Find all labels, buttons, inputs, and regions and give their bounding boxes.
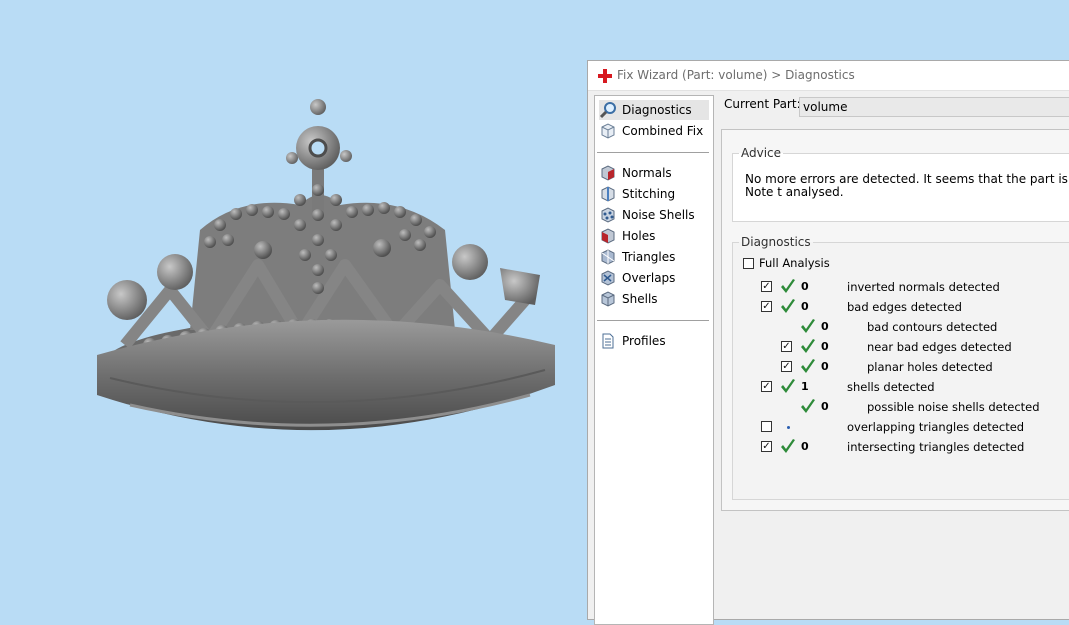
sidebar-item-label: Combined Fix: [622, 124, 704, 138]
document-icon: [602, 333, 614, 349]
title-bar[interactable]: Fix Wizard (Part: volume) > Diagnostics: [588, 61, 1069, 91]
diagnostics-row: 0 bad contours detected: [733, 317, 1069, 337]
row-count: 1: [801, 380, 809, 393]
magnifier-icon: [599, 102, 616, 119]
diagnostics-row: ✓ 0 inverted normals detected: [733, 277, 1069, 297]
row-label: inverted normals detected: [847, 280, 1000, 294]
sidebar-item-label: Shells: [622, 292, 658, 306]
diagnostics-row: ✓ 0 near bad edges detected: [733, 337, 1069, 357]
sidebar-item-triangles[interactable]: Triangles: [599, 247, 709, 267]
row-checkbox[interactable]: ✓: [761, 281, 772, 292]
row-count: 0: [801, 300, 809, 313]
green-check-icon: [781, 379, 795, 393]
diagnostics-panel: Advice No more errors are detected. It s…: [721, 129, 1069, 511]
sidebar-item-label: Diagnostics: [622, 103, 692, 117]
overlaps-cube-icon: [601, 270, 615, 286]
diagnostics-legend: Diagnostics: [741, 235, 811, 249]
sidebar-item-holes[interactable]: Holes: [599, 226, 709, 246]
current-part-label: Current Part:: [724, 97, 801, 111]
sidebar-item-label: Triangles: [622, 250, 676, 264]
row-label: possible noise shells detected: [867, 400, 1040, 414]
sidebar-item-label: Overlaps: [622, 271, 676, 285]
row-count: 0: [821, 320, 829, 333]
sidebar-divider: [597, 152, 709, 153]
triangles-cube-icon: [601, 249, 615, 265]
sidebar-item-overlaps[interactable]: Overlaps: [599, 268, 709, 288]
sidebar-item-diagnostics[interactable]: Diagnostics: [599, 100, 709, 120]
stitching-cube-icon: [601, 186, 615, 202]
advice-legend: Advice: [741, 146, 782, 160]
green-check-icon: [801, 319, 815, 333]
row-label: overlapping triangles detected: [847, 420, 1025, 434]
window-title: Fix Wizard (Part: volume) > Diagnostics: [617, 68, 855, 82]
row-checkbox[interactable]: ✓: [781, 341, 792, 352]
green-check-icon: [801, 399, 815, 413]
fix-wizard-dialog: Fix Wizard (Part: volume) > Diagnostics …: [587, 60, 1069, 625]
diagnostics-row: ✓ 0 bad edges detected: [733, 297, 1069, 317]
diagnostics-row: overlapping triangles detected: [733, 417, 1069, 437]
row-count: 0: [821, 400, 829, 413]
row-checkbox[interactable]: [761, 421, 772, 432]
current-part-field[interactable]: volume: [799, 97, 1069, 117]
diagnostics-row: ✓ 0 intersecting triangles detected: [733, 437, 1069, 457]
pending-dot-icon: [787, 426, 790, 429]
row-label: intersecting triangles detected: [847, 440, 1025, 454]
advice-text: No more errors are detected. It seems th…: [745, 172, 1069, 199]
sidebar-item-label: Profiles: [622, 334, 666, 348]
row-checkbox[interactable]: ✓: [761, 301, 772, 312]
green-check-icon: [801, 359, 815, 373]
row-count: 0: [801, 280, 809, 293]
row-label: shells detected: [847, 380, 935, 394]
sidebar-item-combined-fix[interactable]: Combined Fix: [599, 121, 709, 141]
sidebar-item-stitching[interactable]: Stitching: [599, 184, 709, 204]
diagnostics-row: 0 possible noise shells detected: [733, 397, 1069, 417]
row-checkbox[interactable]: ✓: [761, 381, 772, 392]
sidebar-divider: [597, 320, 709, 321]
wizard-content: Current Part: volume Advice No more erro…: [721, 91, 1069, 621]
sidebar-item-shells[interactable]: Shells: [599, 289, 709, 309]
shells-cube-icon: [601, 291, 615, 307]
holes-cube-icon: [601, 228, 615, 244]
row-checkbox[interactable]: ✓: [781, 361, 792, 372]
crown-ring-model: [97, 99, 555, 431]
green-check-icon: [801, 339, 815, 353]
diagnostics-row: ✓ 1 shells detected: [733, 377, 1069, 397]
green-check-icon: [781, 299, 795, 313]
full-analysis-box[interactable]: [743, 258, 754, 269]
noise-shells-cube-icon: [601, 207, 615, 223]
row-count: 0: [821, 360, 829, 373]
row-label: planar holes detected: [867, 360, 993, 374]
diagnostics-group: Diagnostics Full Analysis ✓ 0 inverted nor…: [732, 235, 1069, 500]
sidebar-item-profiles[interactable]: Profiles: [599, 331, 709, 351]
sidebar-item-noise-shells[interactable]: Noise Shells: [599, 205, 709, 225]
green-check-icon: [781, 279, 795, 293]
sidebar-item-label: Noise Shells: [622, 208, 695, 222]
diagnostics-row: ✓ 0 planar holes detected: [733, 357, 1069, 377]
sidebar-item-normals[interactable]: Normals: [599, 163, 709, 183]
sidebar-item-label: Stitching: [622, 187, 676, 201]
row-count: 0: [801, 440, 809, 453]
advice-group: Advice No more errors are detected. It s…: [732, 146, 1069, 222]
row-checkbox[interactable]: ✓: [761, 441, 772, 452]
row-label: bad edges detected: [847, 300, 962, 314]
cube-icon: [601, 123, 615, 139]
row-count: 0: [821, 340, 829, 353]
row-label: bad contours detected: [867, 320, 998, 334]
row-label: near bad edges detected: [867, 340, 1012, 354]
sidebar-item-label: Normals: [622, 166, 672, 180]
full-analysis-label: Full Analysis: [759, 256, 830, 270]
wizard-sidebar: Diagnostics Combined Fix Normals Stitchi…: [594, 95, 714, 625]
red-cross-icon: [598, 69, 612, 83]
normals-cube-icon: [601, 165, 615, 181]
green-check-icon: [781, 439, 795, 453]
sidebar-item-label: Holes: [622, 229, 656, 243]
3d-viewport[interactable]: [0, 0, 590, 612]
